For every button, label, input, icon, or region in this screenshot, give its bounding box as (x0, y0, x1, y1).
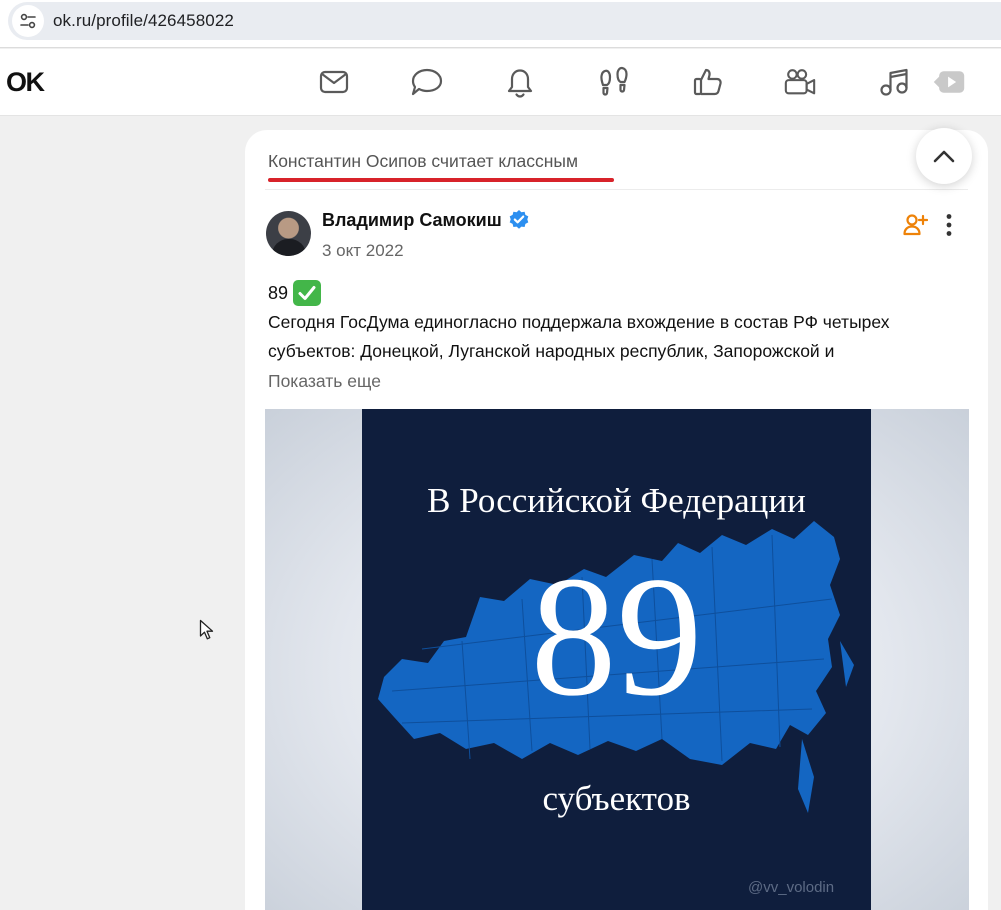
more-options-icon[interactable] (939, 212, 959, 238)
like-icon[interactable] (691, 65, 725, 99)
poster-subtitle: субъектов (542, 779, 691, 818)
author-name[interactable]: Владимир Самокиш (322, 210, 502, 231)
post-image[interactable]: В Российской Федерации 89 субъектов @vv_… (265, 409, 969, 910)
activity-underline (268, 178, 614, 182)
music-icon[interactable] (877, 65, 911, 99)
ok-header: OK (0, 49, 1001, 116)
author-row: Владимир Самокиш (322, 209, 530, 231)
mail-icon[interactable] (317, 65, 351, 99)
chat-icon[interactable] (410, 65, 444, 99)
browser-address-bar: ok.ru/profile/426458022 (0, 0, 1001, 48)
address-field[interactable]: ok.ru/profile/426458022 (8, 2, 1001, 40)
poster-number: 89 (530, 542, 703, 732)
poster-title: В Российской Федерации (427, 481, 806, 520)
post-date[interactable]: 3 окт 2022 (322, 241, 404, 261)
video-camera-icon[interactable] (783, 65, 817, 99)
site-settings-icon[interactable] (12, 5, 44, 37)
feed-card: Константин Осипов считает классным Влади… (245, 128, 988, 910)
bell-icon[interactable] (503, 65, 537, 99)
show-more-link[interactable]: Показать еще (268, 371, 381, 392)
video-play-icon[interactable] (932, 65, 966, 99)
mouse-cursor-icon (199, 619, 214, 640)
url-text[interactable]: ok.ru/profile/426458022 (53, 11, 234, 31)
ok-logo[interactable]: OK (6, 67, 45, 98)
post-text: Сегодня ГосДума единогласно поддержала в… (268, 312, 890, 361)
verified-badge-icon (509, 210, 529, 229)
poster-watermark: @vv_volodin (748, 879, 835, 896)
activity-title[interactable]: Константин Осипов считает классным (268, 151, 578, 172)
post-number: 89 (268, 282, 289, 303)
poster: В Российской Федерации 89 субъектов @vv_… (362, 409, 871, 910)
guests-footprints-icon[interactable] (597, 65, 631, 99)
add-friend-icon[interactable] (902, 212, 928, 238)
scroll-to-top-button[interactable] (916, 128, 972, 184)
avatar-figure (272, 239, 306, 256)
post-number-line: 89 (268, 280, 322, 306)
card-divider (265, 189, 968, 190)
author-avatar[interactable] (266, 211, 311, 256)
check-mark-emoji-icon (293, 280, 322, 306)
chevron-up-icon (933, 150, 955, 163)
